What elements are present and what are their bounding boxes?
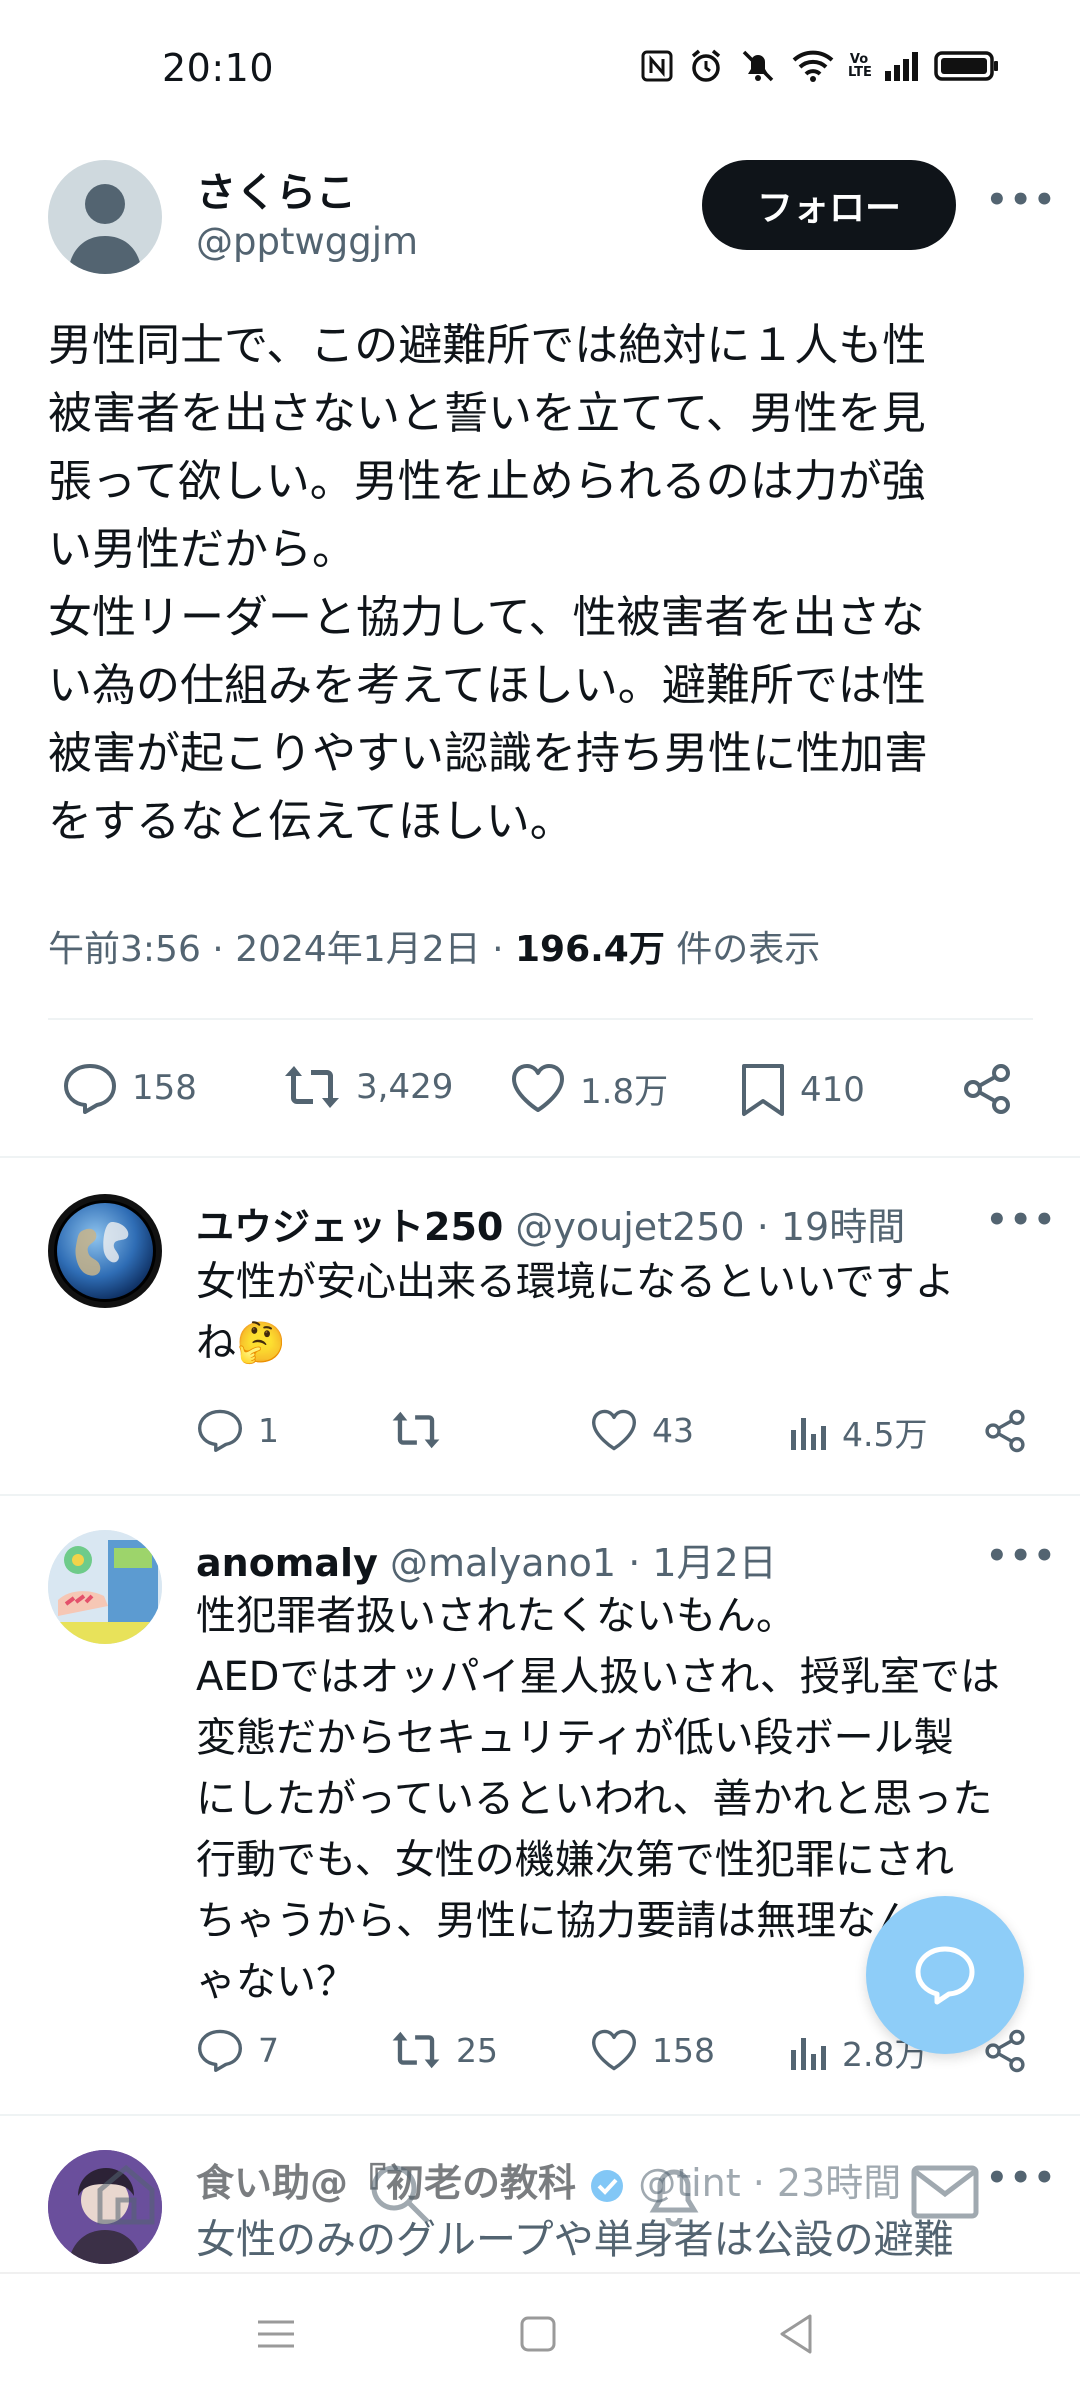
retweet-action[interactable]: 3,429 <box>282 1062 453 1112</box>
bookmark-action[interactable]: 410 <box>740 1062 865 1118</box>
share-icon <box>985 1409 1025 1453</box>
messages-mail-icon[interactable] <box>910 2164 980 2220</box>
reply-count: 1 <box>258 1410 279 1450</box>
author-handle[interactable]: @pptwggjm <box>196 220 418 263</box>
nfc-icon <box>641 50 673 82</box>
status-time: 20:10 <box>162 46 275 90</box>
heart-icon <box>512 1064 564 1112</box>
reply-count: 158 <box>132 1068 197 1108</box>
reply-avatar[interactable] <box>48 1194 162 1308</box>
home-square-icon[interactable] <box>518 2314 558 2354</box>
reply-icon <box>198 2029 242 2072</box>
reply-action[interactable]: 7 <box>196 2028 279 2072</box>
compose-fab-button[interactable] <box>866 1896 1024 2054</box>
share-action[interactable] <box>982 1408 1028 1454</box>
notifications-bell-icon[interactable] <box>640 2158 708 2230</box>
author-name[interactable]: さくらこ <box>196 160 356 218</box>
retweet-action[interactable]: 25 <box>390 2028 498 2072</box>
retweet-icon <box>392 1411 440 1449</box>
like-count: 43 <box>652 1410 694 1450</box>
earth-avatar-image <box>57 1203 153 1299</box>
follow-button[interactable]: フォロー <box>702 160 956 250</box>
chat-bubble-icon <box>915 1946 975 2005</box>
search-icon[interactable] <box>366 2160 434 2228</box>
divider <box>0 1156 1080 1158</box>
reply-time[interactable]: 1月2日 <box>652 1541 776 1585</box>
more-options-icon[interactable]: ••• <box>986 180 1057 220</box>
tweet-time[interactable]: 午前3:56 <box>48 929 201 970</box>
share-icon <box>964 1064 1010 1114</box>
reply-author-handle[interactable]: @youjet250 <box>515 1205 744 1249</box>
like-count: 158 <box>652 2030 715 2070</box>
mute-icon <box>742 50 774 82</box>
heart-icon <box>591 1409 636 1451</box>
like-action[interactable]: 43 <box>590 1408 694 1452</box>
view-count: 4.5万 <box>842 1415 928 1454</box>
bookmark-icon <box>742 1064 784 1116</box>
reply-header: anomaly @malyano1 · 1月2日 <box>196 1541 777 1585</box>
like-action[interactable]: 158 <box>590 2028 715 2072</box>
back-icon[interactable] <box>776 2312 816 2356</box>
wifi-icon <box>792 50 834 82</box>
signal-icon <box>885 52 918 81</box>
author-avatar[interactable] <box>48 160 162 274</box>
tweet-metadata: 午前3:56 · 2024年1月2日 · 196.4万 件の表示 <box>48 929 821 970</box>
reply-time[interactable]: 19時間 <box>781 1205 905 1249</box>
bottom-tab-bar <box>0 2150 1080 2270</box>
retweet-action[interactable] <box>390 1408 456 1452</box>
share-action[interactable] <box>960 1062 1014 1116</box>
alarm-icon <box>691 49 721 82</box>
reply-icon <box>64 1064 116 1114</box>
more-options-icon[interactable]: ••• <box>986 1536 1057 1576</box>
reply-action[interactable]: 1 <box>196 1408 279 1452</box>
heart-icon <box>591 2029 636 2071</box>
reply-action[interactable]: 158 <box>62 1062 197 1114</box>
status-bar: 20:10 Vo LTE <box>0 0 1080 140</box>
retweet-count: 25 <box>456 2030 498 2070</box>
reply-author-name[interactable]: anomaly <box>196 1541 378 1585</box>
reply-icon <box>198 1409 242 1452</box>
retweet-count: 3,429 <box>356 1067 454 1107</box>
home-icon[interactable] <box>90 2158 162 2230</box>
like-action[interactable]: 1.8万 <box>510 1062 668 1114</box>
tweet-text: 男性同士で、この避難所では絶対に１人も性 被害者を出さないと誓いを立てて、男性を… <box>48 320 928 847</box>
retweet-icon <box>392 2031 440 2069</box>
views-label: 件の表示 <box>676 929 821 970</box>
view-count: 196.4万 <box>514 929 665 970</box>
views-action[interactable]: 4.5万 <box>788 1408 927 1456</box>
divider <box>0 2114 1080 2116</box>
menu-icon[interactable] <box>256 2314 296 2354</box>
volte-icon: Vo LTE <box>848 52 872 80</box>
like-count: 1.8万 <box>580 1071 669 1112</box>
system-navigation-bar <box>0 2272 1080 2400</box>
retweet-icon <box>285 1066 339 1108</box>
default-avatar-icon <box>68 184 142 274</box>
reply-avatar[interactable] <box>48 1530 162 1644</box>
reply-count: 7 <box>258 2030 279 2070</box>
anime-avatar-image <box>48 1530 162 1644</box>
status-icons: Vo LTE <box>640 48 1000 84</box>
analytics-icon <box>791 1418 826 1450</box>
reply-author-handle[interactable]: @malyano1 <box>390 1541 616 1585</box>
battery-icon <box>934 51 998 81</box>
reply-header: ユウジェット250 @youjet250 · 19時間 <box>196 1205 906 1249</box>
reply-text: 女性が安心出来る環境になるといいですよ ね🤔 <box>196 1259 955 1366</box>
divider <box>0 1494 1080 1496</box>
analytics-icon <box>791 2038 826 2070</box>
more-options-icon[interactable]: ••• <box>986 1200 1057 1240</box>
reply-author-name[interactable]: ユウジェット250 <box>196 1205 503 1249</box>
tweet-date[interactable]: 2024年1月2日 <box>235 929 480 970</box>
divider <box>48 1018 1033 1020</box>
bookmark-count: 410 <box>800 1070 865 1110</box>
